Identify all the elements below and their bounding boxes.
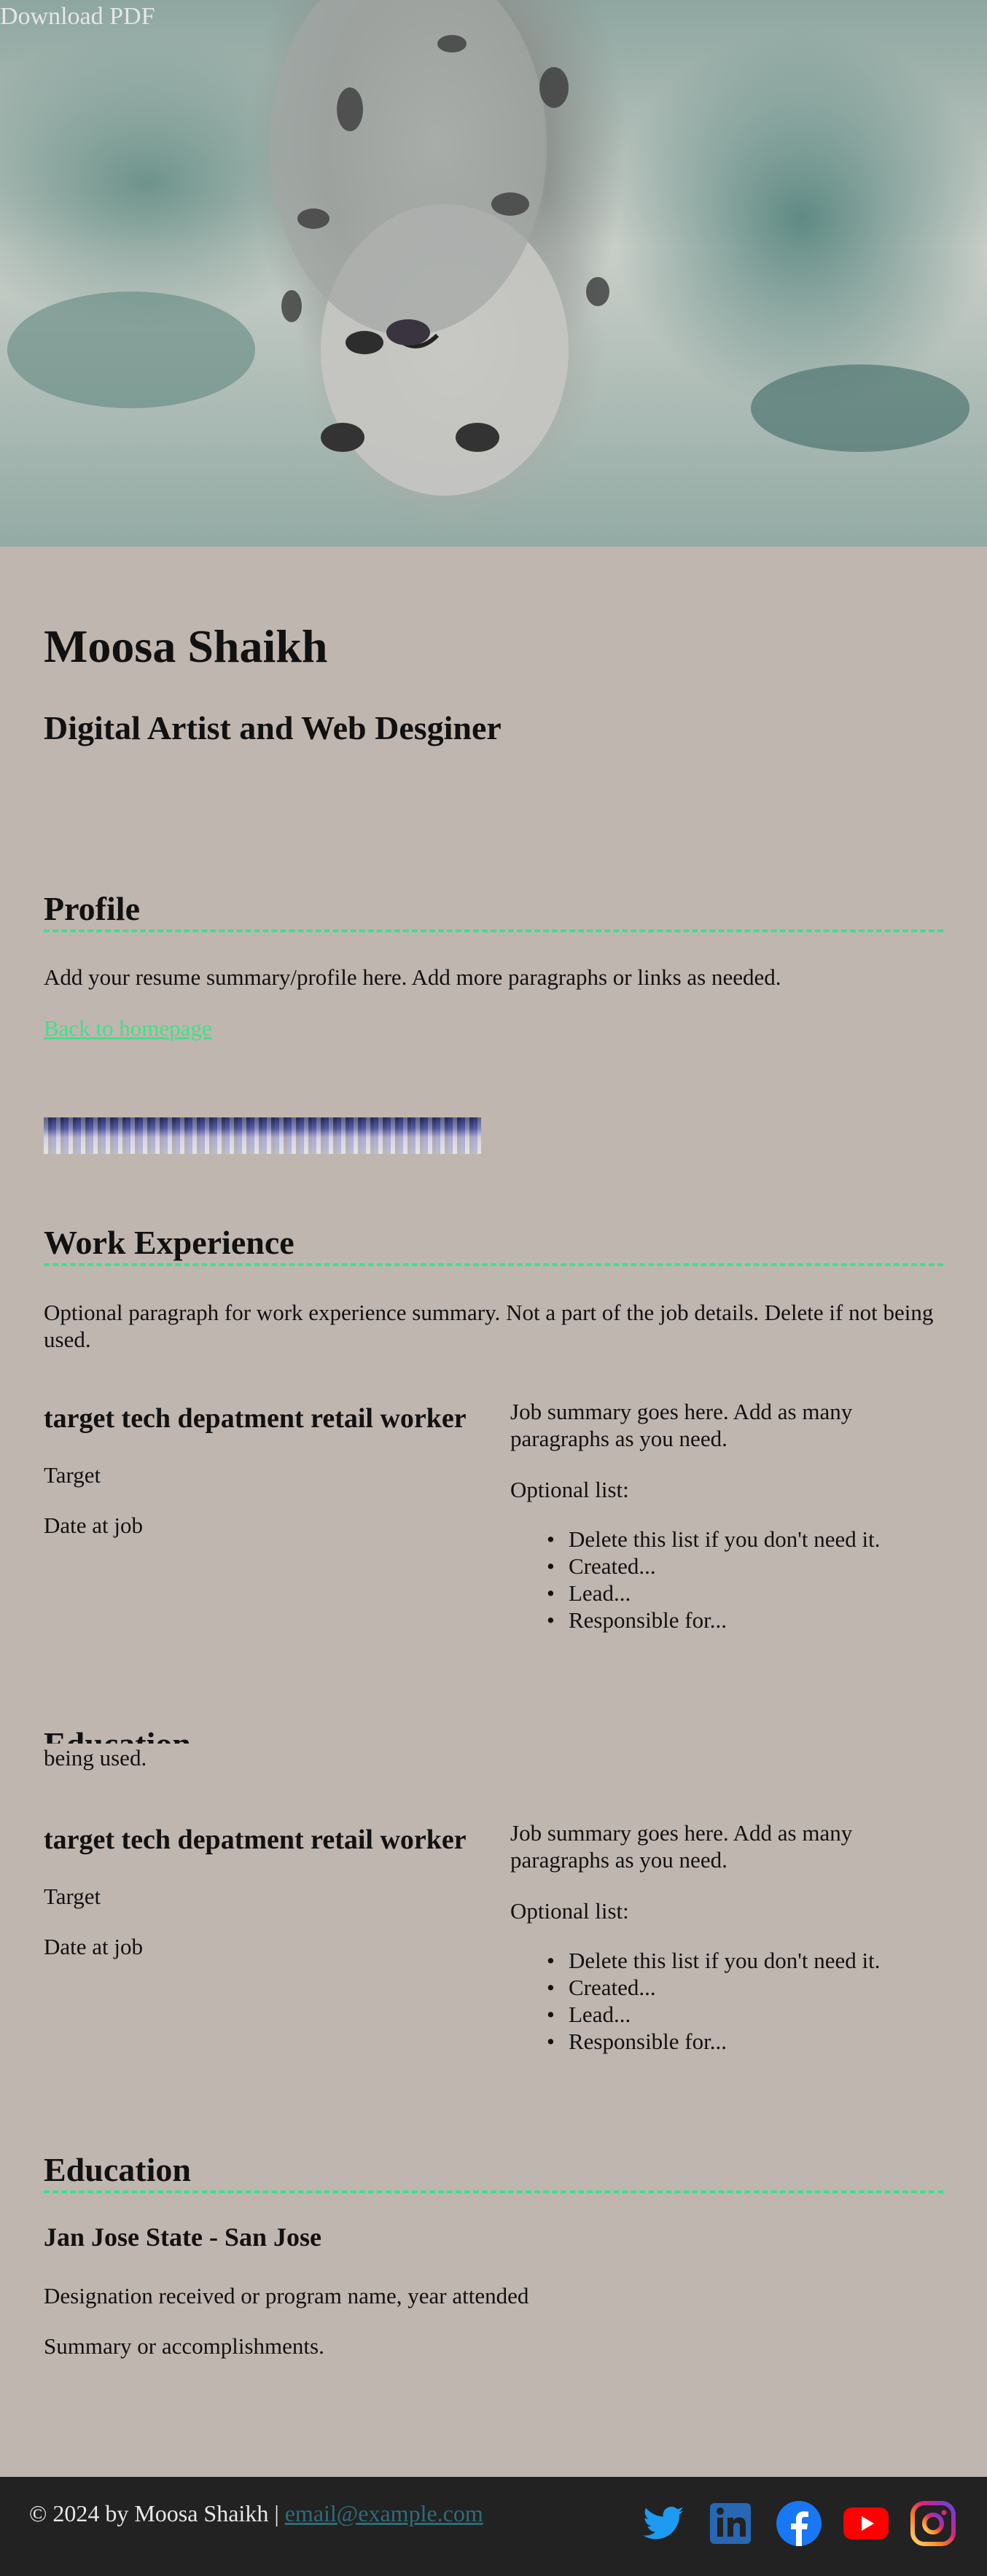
education-heading: Education — [44, 2151, 943, 2193]
work-summary: Optional paragraph for work experience s… — [44, 1300, 934, 1352]
job-list-label: Optional list: — [510, 1477, 629, 1502]
job-company: Target — [44, 1884, 101, 1909]
page-title: Moosa Shaikh — [44, 620, 328, 672]
youtube-icon[interactable] — [843, 2500, 889, 2547]
hero-image: Download PDF — [0, 0, 987, 547]
list-item: Created... — [539, 1553, 880, 1580]
footer: © 2024 by Moosa Shaikh | email@example.c… — [0, 2477, 987, 2576]
snow-leopard-photo — [7, 0, 970, 496]
page-subtitle: Digital Artist and Web Desginer — [44, 709, 502, 746]
job-summary: Job summary goes here. Add as many parag… — [510, 1399, 853, 1451]
instagram-icon[interactable] — [910, 2500, 956, 2547]
list-item: Lead... — [539, 1580, 880, 1607]
footer-email-link[interactable]: email@example.com — [285, 2500, 483, 2526]
profile-summary: Add your resume summary/profile here. Ad… — [44, 964, 781, 990]
back-to-homepage-link[interactable]: Back to homepage — [44, 1015, 212, 1041]
job-list: Delete this list if you don't need it. C… — [539, 1947, 880, 2055]
list-item: Delete this list if you don't need it. — [539, 1947, 880, 1974]
job-date: Date at job — [44, 1934, 144, 1959]
job-title: target tech depatment retail worker — [44, 1824, 467, 1855]
job-company: Target — [44, 1462, 101, 1488]
download-pdf-link[interactable]: Download PDF — [0, 3, 155, 31]
work-experience-heading: Work Experience — [44, 1224, 943, 1266]
list-item: Responsible for... — [539, 2028, 880, 2055]
job-list: Delete this list if you don't need it. C… — [539, 1526, 880, 1634]
education-summary: Summary or accomplishments. — [44, 2333, 324, 2359]
facebook-icon[interactable] — [776, 2500, 822, 2547]
profile-image-strip — [44, 1117, 481, 1154]
work-summary-fragment: being used. — [44, 1745, 147, 1771]
copyright-text: © 2024 by Moosa Shaikh | — [29, 2500, 279, 2526]
list-item: Created... — [539, 1974, 880, 2001]
linkedin-icon[interactable] — [709, 2500, 755, 2547]
list-item: Responsible for... — [539, 1607, 880, 1634]
twitter-icon[interactable] — [641, 2500, 688, 2547]
list-item: Delete this list if you don't need it. — [539, 1526, 880, 1553]
job-title: target tech depatment retail worker — [44, 1403, 467, 1434]
job-date: Date at job — [44, 1513, 144, 1538]
profile-heading: Profile — [44, 890, 943, 932]
education-heading-clipped: Education — [44, 1726, 191, 1744]
list-item: Lead... — [539, 2001, 880, 2028]
footer-copyright: © 2024 by Moosa Shaikh | email@example.c… — [29, 2500, 483, 2527]
job-list-label: Optional list: — [510, 1898, 629, 1924]
school-name: Jan Jose State - San Jose — [44, 2222, 322, 2252]
job-summary: Job summary goes here. Add as many parag… — [510, 1820, 853, 1873]
education-designation: Designation received or program name, ye… — [44, 2283, 529, 2308]
